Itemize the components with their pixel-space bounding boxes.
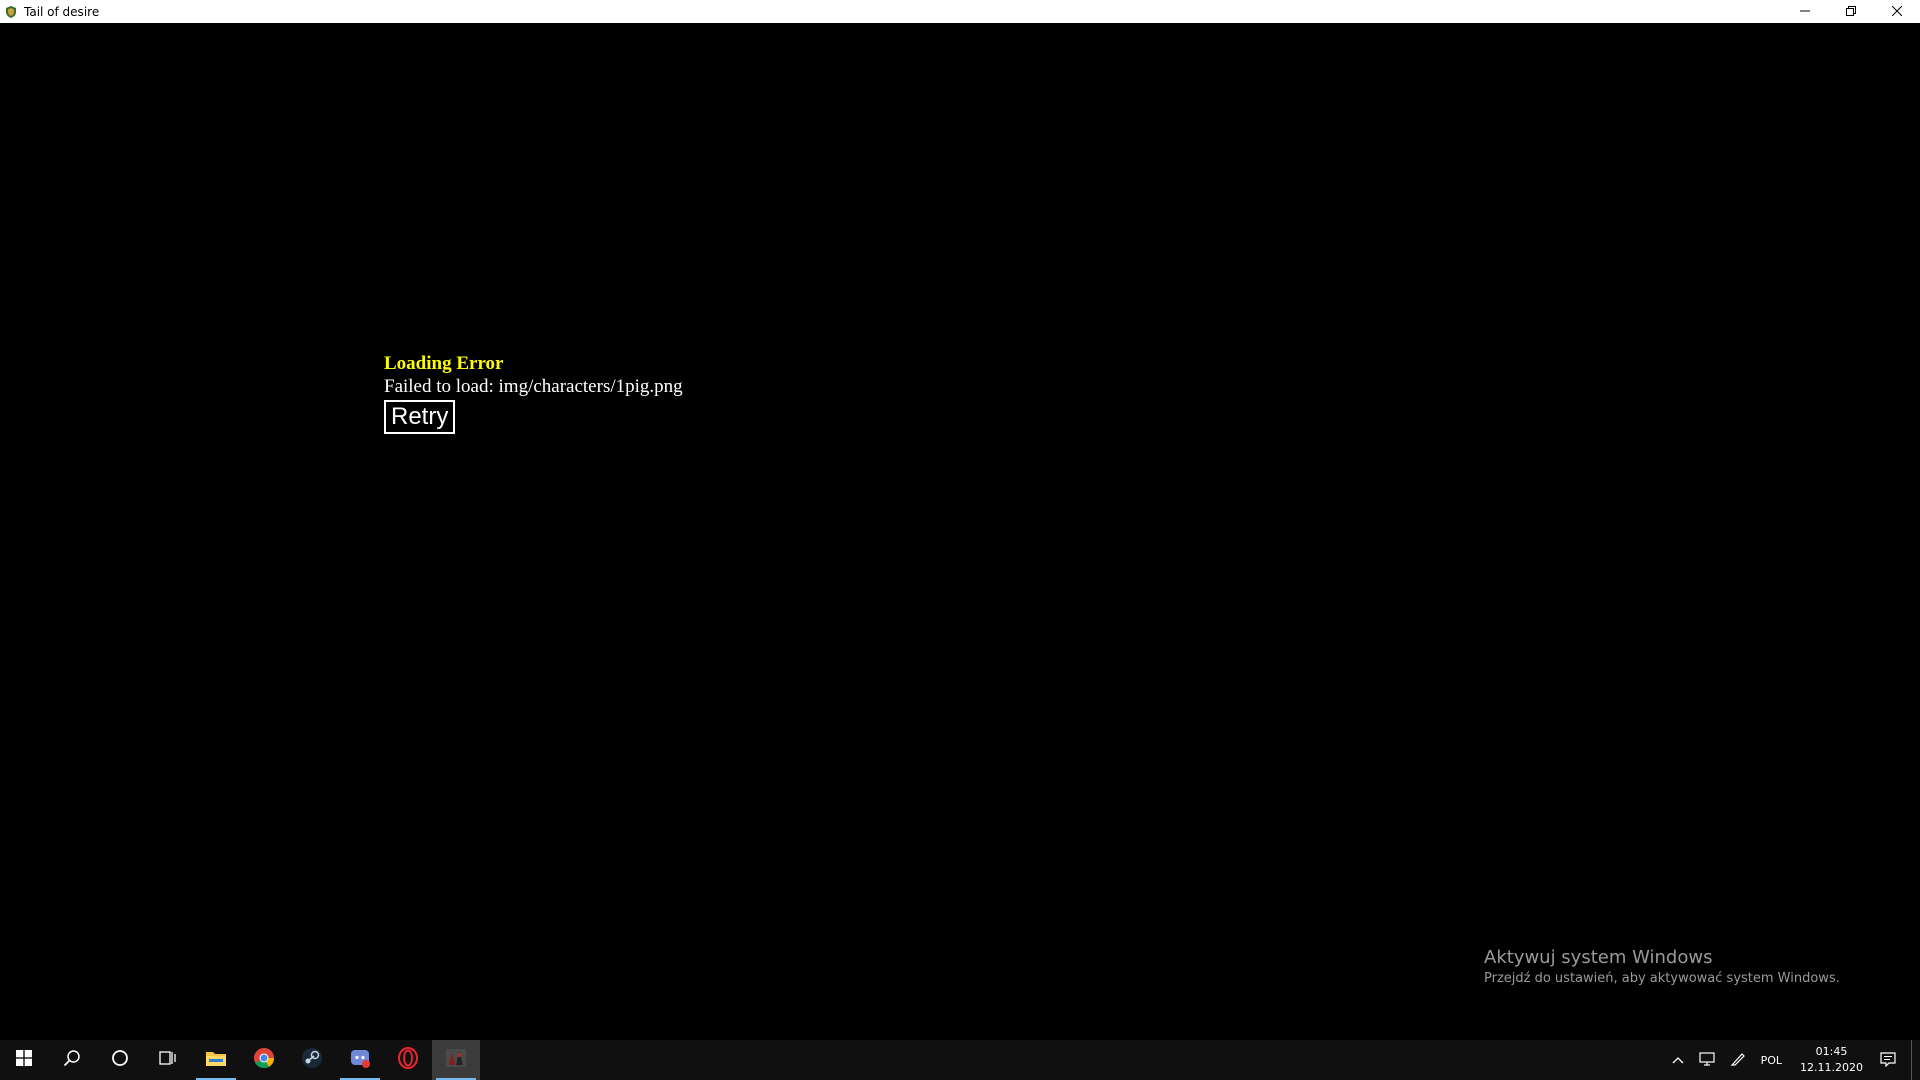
- system-tray: POL 01:45 12.11.2020: [1663, 1040, 1920, 1080]
- game-app-icon: [444, 1047, 468, 1074]
- minimize-icon: [1800, 3, 1810, 21]
- search-icon: [63, 1049, 81, 1072]
- notification-icon: [1880, 1051, 1896, 1070]
- watermark-line2: Przejdź do ustawień, aby aktywować syste…: [1484, 971, 1840, 986]
- chrome-icon: [253, 1047, 275, 1074]
- clock-time: 01:45: [1815, 1045, 1848, 1058]
- file-explorer-button[interactable]: [192, 1040, 240, 1080]
- windows-logo-icon: [16, 1049, 32, 1071]
- game-canvas: Loading Error Failed to load: img/charac…: [0, 23, 1920, 1040]
- task-view-button[interactable]: [144, 1040, 192, 1080]
- show-hidden-icons-button[interactable]: [1663, 1040, 1693, 1080]
- activation-watermark: Aktywuj system Windows Przejdź do ustawi…: [1484, 946, 1840, 988]
- search-button[interactable]: [48, 1040, 96, 1080]
- shield-icon: [4, 5, 18, 19]
- close-button[interactable]: [1874, 0, 1920, 23]
- retry-button[interactable]: Retry: [384, 400, 456, 434]
- loading-error-panel: Loading Error Failed to load: img/charac…: [384, 352, 683, 434]
- taskbar: POL 01:45 12.11.2020: [0, 1040, 1920, 1080]
- title-bar: Tail of desire: [0, 0, 1920, 23]
- minimize-button[interactable]: [1782, 0, 1828, 23]
- error-message: Failed to load: img/characters/1pig.png: [384, 376, 683, 397]
- discord-icon: [349, 1047, 371, 1074]
- task-view-icon: [159, 1050, 177, 1071]
- circle-icon: [111, 1049, 129, 1072]
- error-title: Loading Error: [384, 353, 504, 374]
- notifications-button[interactable]: [1873, 1040, 1903, 1080]
- language-indicator[interactable]: POL: [1753, 1054, 1790, 1067]
- opera-button[interactable]: [384, 1040, 432, 1080]
- start-button[interactable]: [0, 1040, 48, 1080]
- chrome-button[interactable]: [240, 1040, 288, 1080]
- pen-icon: [1730, 1051, 1746, 1070]
- steam-icon: [301, 1047, 323, 1074]
- folder-icon: [205, 1049, 227, 1072]
- restore-icon: [1846, 3, 1856, 21]
- network-button[interactable]: [1693, 1040, 1723, 1080]
- cortana-button[interactable]: [96, 1040, 144, 1080]
- window-controls: [1782, 0, 1920, 23]
- discord-button[interactable]: [336, 1040, 384, 1080]
- watermark-line1: Aktywuj system Windows: [1484, 947, 1713, 968]
- clock-date: 12.11.2020: [1800, 1061, 1863, 1074]
- clock[interactable]: 01:45 12.11.2020: [1790, 1044, 1873, 1076]
- show-desktop-button[interactable]: [1911, 1040, 1920, 1080]
- close-icon: [1891, 3, 1903, 21]
- steam-button[interactable]: [288, 1040, 336, 1080]
- pen-button[interactable]: [1723, 1040, 1753, 1080]
- game-button[interactable]: [432, 1040, 480, 1080]
- network-icon: [1698, 1051, 1717, 1070]
- chevron-up-icon: [1672, 1053, 1684, 1067]
- restore-button[interactable]: [1828, 0, 1874, 23]
- opera-icon: [397, 1046, 419, 1074]
- window-title: Tail of desire: [24, 4, 100, 19]
